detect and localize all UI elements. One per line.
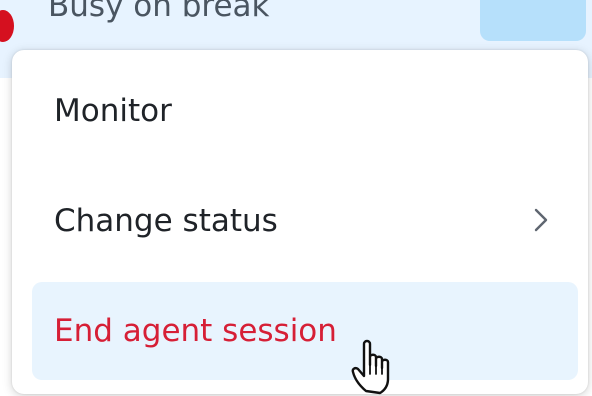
hand-pointer-icon bbox=[351, 339, 390, 395]
agent-context-menu: Monitor Change status End agent session bbox=[12, 50, 588, 394]
menu-item-label: Change status bbox=[54, 203, 278, 239]
chevron-right-icon bbox=[534, 208, 548, 232]
menu-item-label: Monitor bbox=[54, 93, 172, 129]
status-text: Busy on break bbox=[48, 0, 270, 24]
menu-item-monitor[interactable]: Monitor bbox=[32, 62, 578, 160]
status-action-button[interactable] bbox=[480, 0, 586, 41]
status-dot-icon bbox=[0, 10, 14, 42]
menu-item-change-status[interactable]: Change status bbox=[32, 172, 578, 270]
menu-item-label: End agent session bbox=[54, 313, 337, 349]
menu-item-end-agent-session[interactable]: End agent session bbox=[32, 282, 578, 380]
